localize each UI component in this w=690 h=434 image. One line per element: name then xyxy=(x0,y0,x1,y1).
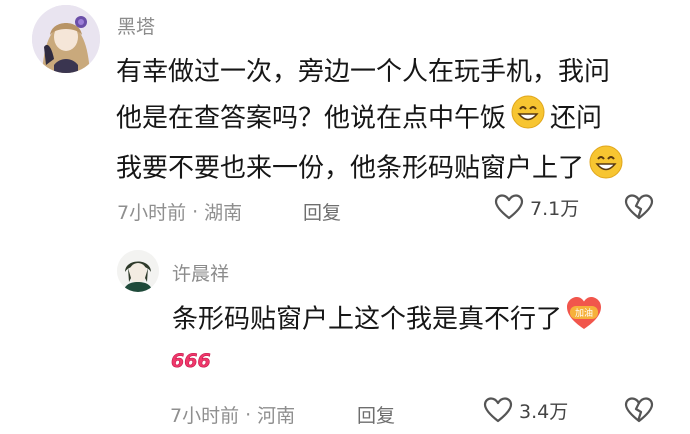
comment-line-text: 还问 xyxy=(550,103,603,134)
avatar[interactable] xyxy=(32,5,100,73)
comment-line: 有幸做过一次，旁边一个人在玩手机，我问 xyxy=(116,57,611,87)
reply-button[interactable]: 回复 xyxy=(357,401,395,428)
like-button[interactable]: 3.4万 xyxy=(483,396,568,424)
separator-dot: · xyxy=(245,403,252,426)
666-sticker-icon: 666 xyxy=(169,347,211,377)
comment-line-text: 他是在查答案吗？他说在点中午饭 xyxy=(116,103,507,134)
sticker-text: 加油 xyxy=(575,307,593,319)
comment-line: 我要不要也来一份，他条形码贴窗户上了 xyxy=(116,144,624,194)
heart-icon xyxy=(494,194,524,220)
comment-line: 他是在查答案吗？他说在点中午饭 还问 xyxy=(116,94,624,144)
heart-icon xyxy=(483,397,513,423)
separator-dot: · xyxy=(192,200,199,223)
avatar-image xyxy=(32,5,100,73)
sticker-666-text: 666 xyxy=(171,350,211,372)
broken-heart-icon xyxy=(624,194,654,220)
comment-text: 有幸做过一次，旁边一个人在玩手机，我问 他是在查答案吗？他说在点中午饭 还问 我… xyxy=(116,51,624,194)
reply-button[interactable]: 回复 xyxy=(303,198,341,225)
broken-heart-icon xyxy=(624,397,654,423)
username[interactable]: 黑塔 xyxy=(117,12,155,39)
reply-text: 条形码贴窗户上这个我是真不行了 xyxy=(172,304,563,335)
like-count: 3.4万 xyxy=(519,400,569,423)
timestamp: 7小时前 xyxy=(117,202,187,224)
dislike-button[interactable] xyxy=(624,193,654,225)
reply-username[interactable]: 许晨祥 xyxy=(172,259,229,286)
dislike-button[interactable] xyxy=(624,396,654,428)
location: 湖南 xyxy=(204,202,243,224)
comment-meta: 7小时前 · 湖南 xyxy=(117,198,242,225)
comment-line-text: 我要不要也来一份，他条形码贴窗户上了 xyxy=(116,153,585,184)
like-button[interactable]: 7.1万 xyxy=(494,193,579,221)
location: 河南 xyxy=(257,405,296,427)
cheer-sticker-icon: 加油 xyxy=(564,294,604,346)
reply-text-line: 条形码贴窗户上这个我是真不行了 加油 xyxy=(172,294,604,346)
reply-avatar[interactable] xyxy=(117,250,159,292)
avatar-image xyxy=(117,250,159,292)
grin-emoji-icon xyxy=(588,144,624,194)
timestamp: 7小时前 xyxy=(170,405,240,427)
reply-meta: 7小时前 · 河南 xyxy=(170,401,295,428)
like-count: 7.1万 xyxy=(530,197,580,220)
grin-emoji-icon xyxy=(510,94,546,144)
